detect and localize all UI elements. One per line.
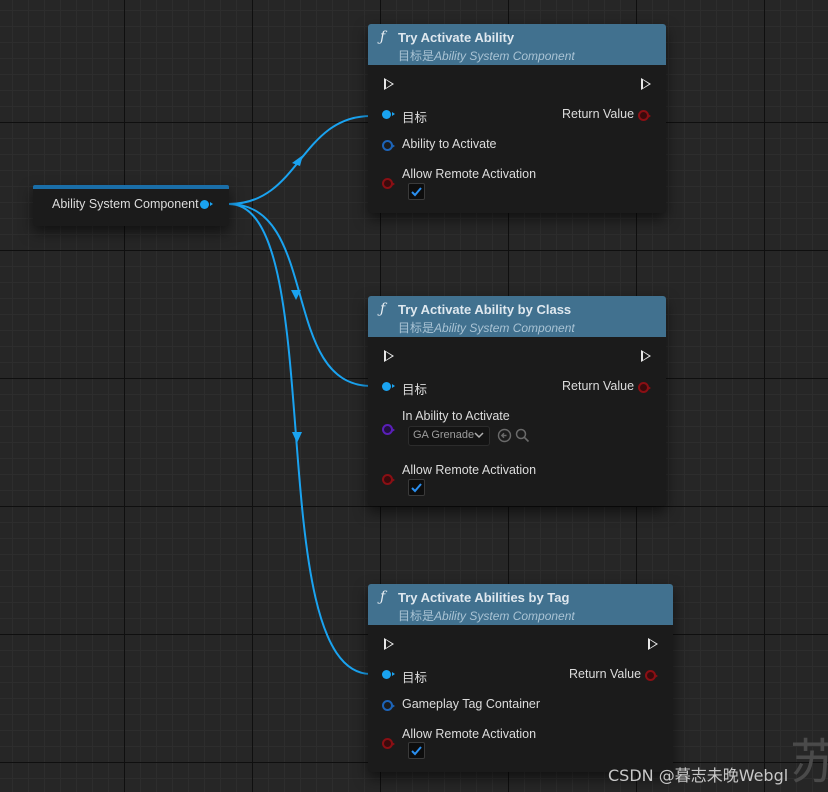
wire-arrow-3	[292, 432, 302, 443]
allow-remote-activation-checkbox[interactable]	[408, 742, 425, 759]
use-selected-asset-icon[interactable]	[497, 428, 512, 443]
target-pin[interactable]	[382, 110, 395, 119]
node-title: Try Activate Abilities by Tag	[398, 590, 570, 605]
allow-remote-activation-label: Allow Remote Activation	[402, 727, 537, 741]
ability-to-activate-pin[interactable]	[382, 140, 395, 151]
node-try-activate-abilities-by-tag[interactable]: ƒ Try Activate Abilities by Tag 目标是Abili…	[368, 584, 673, 772]
exec-input-pin[interactable]	[384, 78, 394, 90]
target-label: 目标	[402, 383, 428, 397]
node-subtitle: 目标是Ability System Component	[398, 609, 575, 623]
wire-arrow-2	[291, 290, 301, 300]
ability-class-dropdown[interactable]: GA Grenade	[408, 426, 490, 446]
function-icon: ƒ	[380, 301, 386, 317]
target-label: 目标	[402, 111, 428, 125]
exec-output-pin[interactable]	[648, 638, 658, 650]
exec-output-pin[interactable]	[641, 350, 651, 362]
return-value-pin[interactable]	[645, 670, 658, 681]
gameplay-tag-container-label: Gameplay Tag Container	[402, 697, 541, 711]
node-subtitle: 目标是Ability System Component	[398, 321, 575, 335]
checkmark-icon	[411, 746, 422, 756]
node-try-activate-ability[interactable]: ƒ Try Activate Ability 目标是Ability System…	[368, 24, 666, 213]
allow-remote-activation-label: Allow Remote Activation	[402, 167, 537, 181]
allow-remote-activation-label: Allow Remote Activation	[402, 463, 537, 477]
checkmark-icon	[411, 483, 422, 493]
in-ability-to-activate-pin[interactable]	[382, 424, 395, 435]
browse-asset-search-icon[interactable]	[515, 428, 530, 443]
exec-output-pin[interactable]	[641, 78, 651, 90]
ability-to-activate-label: Ability to Activate	[402, 137, 497, 151]
return-value-label: Return Value	[562, 107, 635, 121]
allow-remote-activation-checkbox[interactable]	[408, 183, 425, 200]
function-icon: ƒ	[380, 29, 386, 45]
target-pin[interactable]	[382, 382, 395, 391]
wire-arrow-1	[292, 155, 303, 166]
return-value-label: Return Value	[562, 379, 635, 393]
in-ability-to-activate-label: In Ability to Activate	[402, 409, 510, 423]
allow-remote-activation-pin[interactable]	[382, 738, 395, 749]
node-header: ƒ Try Activate Ability by Class 目标是Abili…	[368, 296, 666, 337]
node-title: Try Activate Ability by Class	[398, 302, 572, 317]
node-subtitle: 目标是Ability System Component	[398, 49, 575, 63]
ability-class-value: GA Grenade	[413, 429, 475, 441]
function-icon: ƒ	[380, 589, 386, 605]
node-try-activate-ability-by-class[interactable]: ƒ Try Activate Ability by Class 目标是Abili…	[368, 296, 666, 506]
allow-remote-activation-pin[interactable]	[382, 178, 395, 189]
exec-input-pin[interactable]	[384, 350, 394, 362]
wire-to-node-2	[228, 203, 372, 387]
checkmark-icon	[411, 187, 422, 197]
return-value-label: Return Value	[569, 667, 642, 681]
return-value-pin[interactable]	[638, 110, 651, 121]
variable-label: Ability System Component	[52, 197, 199, 211]
wire-to-node-3	[228, 203, 372, 675]
node-header: ƒ Try Activate Ability 目标是Ability System…	[368, 24, 666, 65]
allow-remote-activation-checkbox[interactable]	[408, 479, 425, 496]
node-header: ƒ Try Activate Abilities by Tag 目标是Abili…	[368, 584, 673, 625]
ability-system-component-variable[interactable]: Ability System Component	[33, 185, 229, 226]
allow-remote-activation-pin[interactable]	[382, 474, 395, 485]
chevron-down-icon	[474, 432, 484, 439]
wire-to-node-1	[228, 115, 372, 205]
target-pin[interactable]	[382, 670, 395, 679]
corner-watermark-glyph: 苏	[790, 734, 828, 790]
return-value-pin[interactable]	[638, 382, 651, 393]
csdn-watermark: CSDN @暮志未晚Webgl	[608, 766, 789, 785]
gameplay-tag-container-pin[interactable]	[382, 700, 395, 711]
exec-input-pin[interactable]	[384, 638, 394, 650]
target-label: 目标	[402, 671, 428, 685]
node-title: Try Activate Ability	[398, 30, 515, 45]
variable-output-pin[interactable]	[200, 200, 213, 209]
